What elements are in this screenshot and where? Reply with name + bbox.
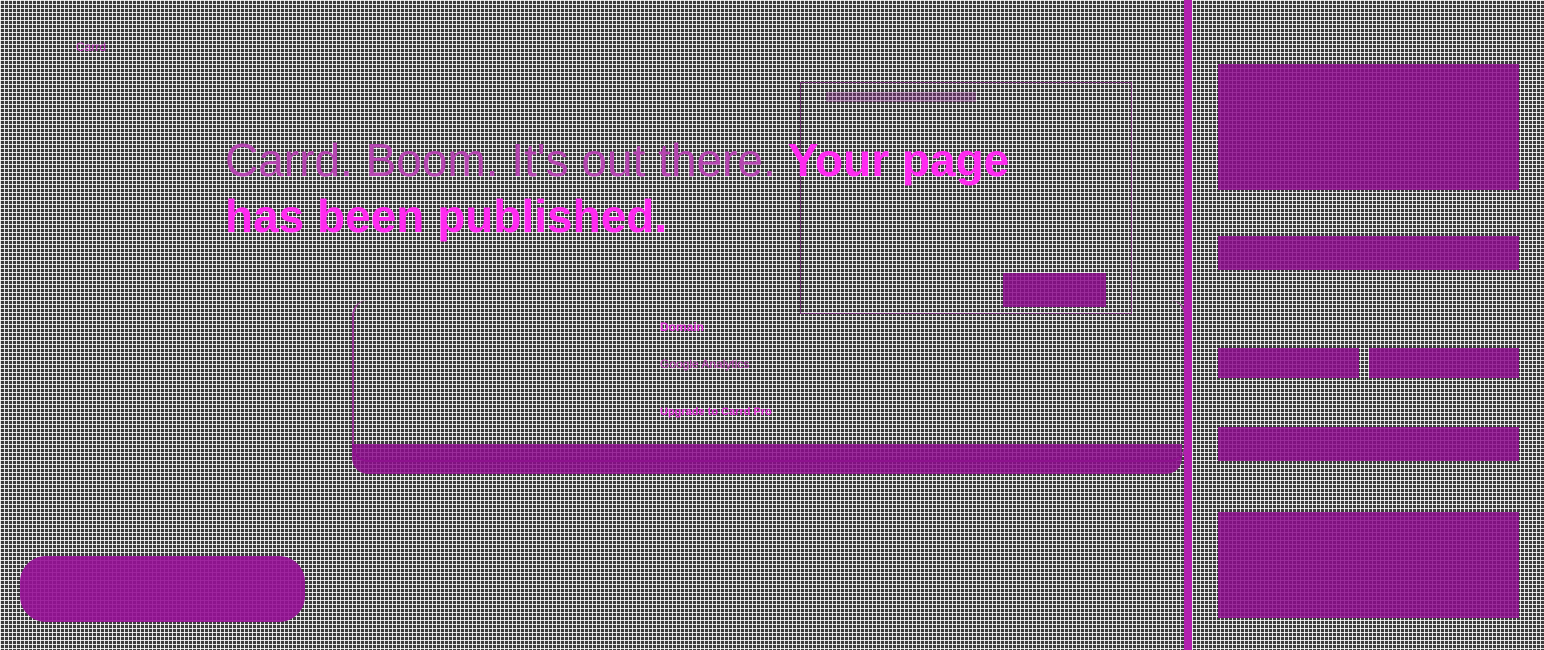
card-footer-bar[interactable] — [352, 444, 1182, 474]
card-item-domain[interactable]: Domain — [660, 320, 704, 334]
sidebar-preview-panel — [1218, 64, 1519, 190]
sidebar-option-left[interactable] — [1218, 348, 1359, 378]
sidebar-field[interactable] — [1218, 236, 1519, 270]
preview-frame-label — [826, 92, 976, 102]
headline-intro: Carrd. Boom. It's out there. — [225, 134, 776, 186]
publish-success-headline: Carrd. Boom. It's out there. Your page h… — [225, 132, 1085, 244]
next-steps-card — [352, 300, 1186, 462]
sidebar-text-area[interactable] — [1218, 512, 1519, 618]
sidebar-divider — [1184, 0, 1192, 650]
logo[interactable]: Carrd — [76, 40, 106, 54]
done-button[interactable] — [20, 556, 305, 622]
card-item-analytics[interactable]: Google Analytics — [660, 357, 749, 371]
card-item-upgrade[interactable]: Upgrade to Carrd Pro — [660, 406, 772, 418]
sidebar-option-right[interactable] — [1369, 348, 1519, 378]
sidebar-field-2[interactable] — [1218, 427, 1519, 461]
